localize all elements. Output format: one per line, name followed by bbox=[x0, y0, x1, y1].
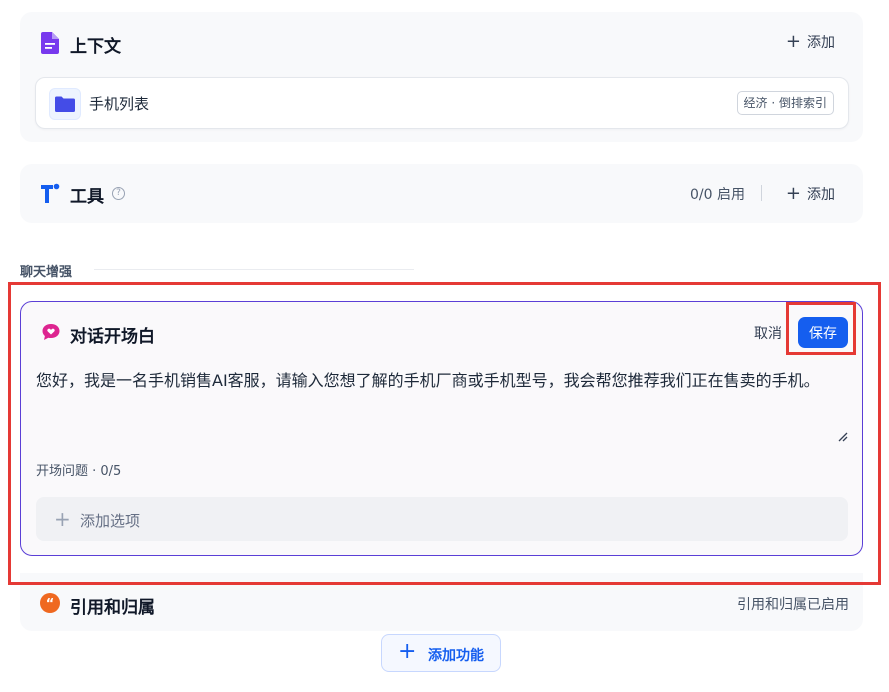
plus-icon: + bbox=[785, 31, 801, 52]
tools-enabled-count: 0/0 启用 bbox=[690, 187, 745, 203]
plus-icon: + bbox=[398, 639, 417, 664]
dataset-name: 手机列表 bbox=[89, 95, 150, 113]
quote-icon: “ bbox=[40, 593, 60, 613]
add-feature-button[interactable]: + 添加功能 bbox=[381, 634, 501, 672]
svg-text:“: “ bbox=[46, 597, 55, 612]
context-add-button[interactable]: + 添加 bbox=[786, 32, 835, 52]
context-title: 上下文 bbox=[70, 37, 121, 57]
context-card: 上下文 + 添加 手机列表 经济 · 倒排索引 bbox=[20, 12, 863, 142]
folder-icon bbox=[49, 88, 81, 120]
add-feature-label: 添加功能 bbox=[428, 648, 484, 664]
divider bbox=[761, 185, 762, 201]
plus-icon: + bbox=[785, 183, 801, 204]
help-icon[interactable]: ? bbox=[112, 187, 125, 200]
dataset-item[interactable]: 手机列表 经济 · 倒排索引 bbox=[35, 77, 849, 129]
tools-title: 工具 bbox=[70, 187, 104, 207]
highlight-frame-save bbox=[786, 302, 856, 355]
dataset-badge: 经济 · 倒排索引 bbox=[736, 91, 834, 115]
document-icon bbox=[41, 32, 59, 54]
highlight-frame-opener bbox=[8, 282, 881, 585]
tools-add-button[interactable]: + 添加 bbox=[786, 184, 835, 204]
citation-title: 引用和归属 bbox=[70, 598, 155, 618]
section-divider bbox=[94, 269, 414, 270]
citation-status: 引用和归属已启用 bbox=[737, 597, 849, 613]
tool-icon bbox=[41, 183, 60, 203]
tools-card: 工具 ? 0/0 启用 + 添加 bbox=[20, 164, 863, 223]
section-label-chat-enhance: 聊天增强 bbox=[20, 265, 73, 280]
